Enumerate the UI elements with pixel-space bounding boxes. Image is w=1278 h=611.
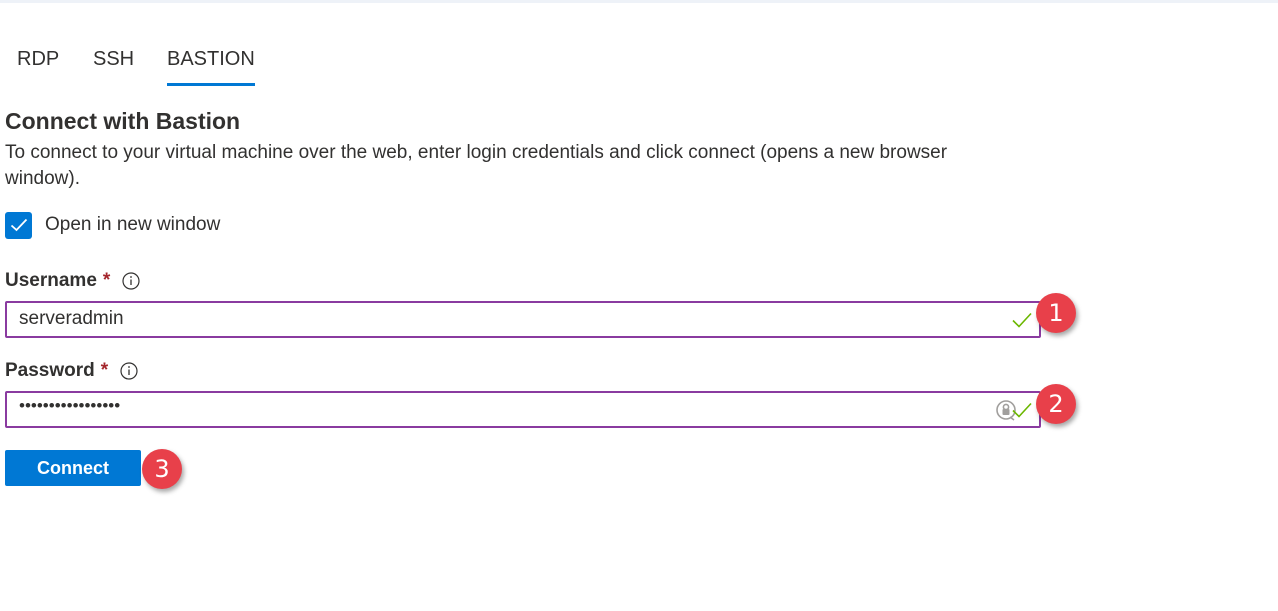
open-in-new-window-checkbox[interactable] (5, 211, 32, 239)
connect-button[interactable]: Connect (5, 450, 141, 486)
section-description: To connect to your virtual machine over … (5, 142, 948, 189)
tab-rdp[interactable]: RDP (17, 48, 59, 81)
top-bar (0, 0, 1278, 3)
password-label-text: Password (5, 360, 95, 381)
open-in-new-window-row: Open in new window (5, 211, 220, 239)
checkmark-icon (10, 218, 27, 232)
password-input[interactable]: ••••••••••••••••• (5, 391, 1041, 428)
tab-bastion[interactable]: BASTION (167, 48, 255, 81)
password-value: ••••••••••••••••• (19, 396, 121, 415)
info-icon[interactable] (120, 362, 138, 380)
annotation-badge-3: 3 (142, 449, 182, 489)
username-label: Username * (5, 270, 140, 292)
password-label: Password * (5, 360, 138, 382)
username-value: serveradmin (19, 308, 124, 329)
annotation-badge-1: 1 (1036, 293, 1076, 333)
info-icon[interactable] (122, 272, 140, 290)
open-in-new-window-label[interactable]: Open in new window (45, 214, 220, 236)
active-tab-indicator (167, 83, 255, 86)
username-input[interactable]: serveradmin (5, 301, 1041, 338)
check-icon (1012, 312, 1032, 328)
required-mark: * (100, 360, 109, 381)
tab-ssh[interactable]: SSH (93, 48, 134, 81)
required-mark: * (102, 270, 111, 291)
username-label-text: Username (5, 270, 97, 291)
annotation-badge-2: 2 (1036, 384, 1076, 424)
section-heading: Connect with Bastion (5, 108, 241, 134)
check-icon (1012, 402, 1032, 418)
